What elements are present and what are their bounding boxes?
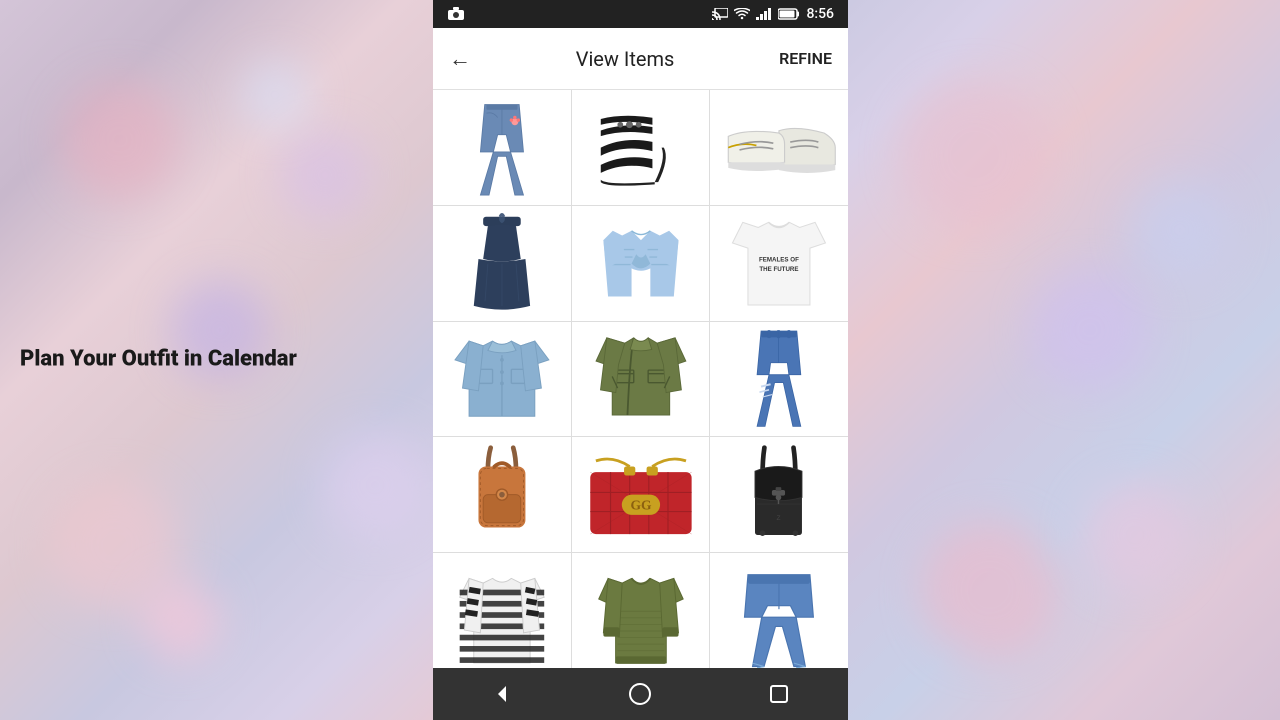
grid-item-black-backpack[interactable]: Z [710,437,848,552]
recents-nav-button[interactable] [754,674,804,714]
grid-item-skirt[interactable] [433,206,571,321]
bokeh-12 [240,60,310,130]
grid-item-blouse[interactable] [572,206,710,321]
bokeh-5 [320,430,430,540]
grid-item-ripped-jeans[interactable] [710,322,848,437]
status-bar: 8:56 [433,0,848,28]
camera-icon [447,7,465,21]
bokeh-8 [920,520,1060,660]
back-nav-button[interactable] [477,674,527,714]
svg-text:THE FUTURE: THE FUTURE [760,265,799,272]
grid-item-tshirt[interactable]: FEMALES OF THE FUTURE [710,206,848,321]
wifi-icon [734,8,750,20]
items-grid: FEMALES OF THE FUTURE [433,90,848,668]
battery-icon [778,8,800,20]
grid-item-green-sweater[interactable] [572,553,710,668]
svg-text:GG: GG [630,497,652,512]
bokeh-7 [1030,270,1150,390]
app-header: ← View Items REFINE [433,28,848,90]
svg-text:Z: Z [777,515,781,522]
back-button[interactable]: ← [449,46,471,72]
svg-text:FEMALES OF: FEMALES OF [759,256,799,263]
home-nav-icon [628,682,652,706]
recents-nav-icon [768,683,790,705]
nav-bar [433,668,848,720]
grid-item-moto-jacket[interactable] [572,322,710,437]
bokeh-4 [280,130,370,220]
status-bar-right: 8:56 [712,6,834,22]
grid-item-striped-top[interactable] [433,553,571,668]
grid-item-blue-shorts[interactable] [710,553,848,668]
grid-item-sneakers[interactable] [710,90,848,205]
bokeh-6 [900,80,1050,230]
bokeh-1 [60,80,180,200]
status-bar-left [447,7,465,21]
bokeh-10 [1080,480,1190,590]
signal-icon [756,8,772,20]
grid-item-denim-jacket[interactable] [433,322,571,437]
left-panel-text: Plan Your Outfit in Calendar [20,346,400,375]
grid-item-heels[interactable] [572,90,710,205]
grid-item-gucci-bag[interactable]: GG [572,437,710,552]
cast-icon [712,8,728,20]
home-nav-button[interactable] [615,674,665,714]
back-nav-icon [490,682,514,706]
grid-item-jeans[interactable] [433,90,571,205]
grid-item-brown-backpack[interactable] [433,437,571,552]
header-title: View Items [576,47,675,71]
status-time: 8:56 [806,6,834,22]
refine-button[interactable]: REFINE [779,49,832,68]
bokeh-9 [1130,180,1230,280]
phone-container: 8:56 ← View Items REFINE [433,0,848,720]
left-panel-label: Plan Your Outfit in Calendar [20,347,297,372]
bokeh-11 [140,580,220,660]
